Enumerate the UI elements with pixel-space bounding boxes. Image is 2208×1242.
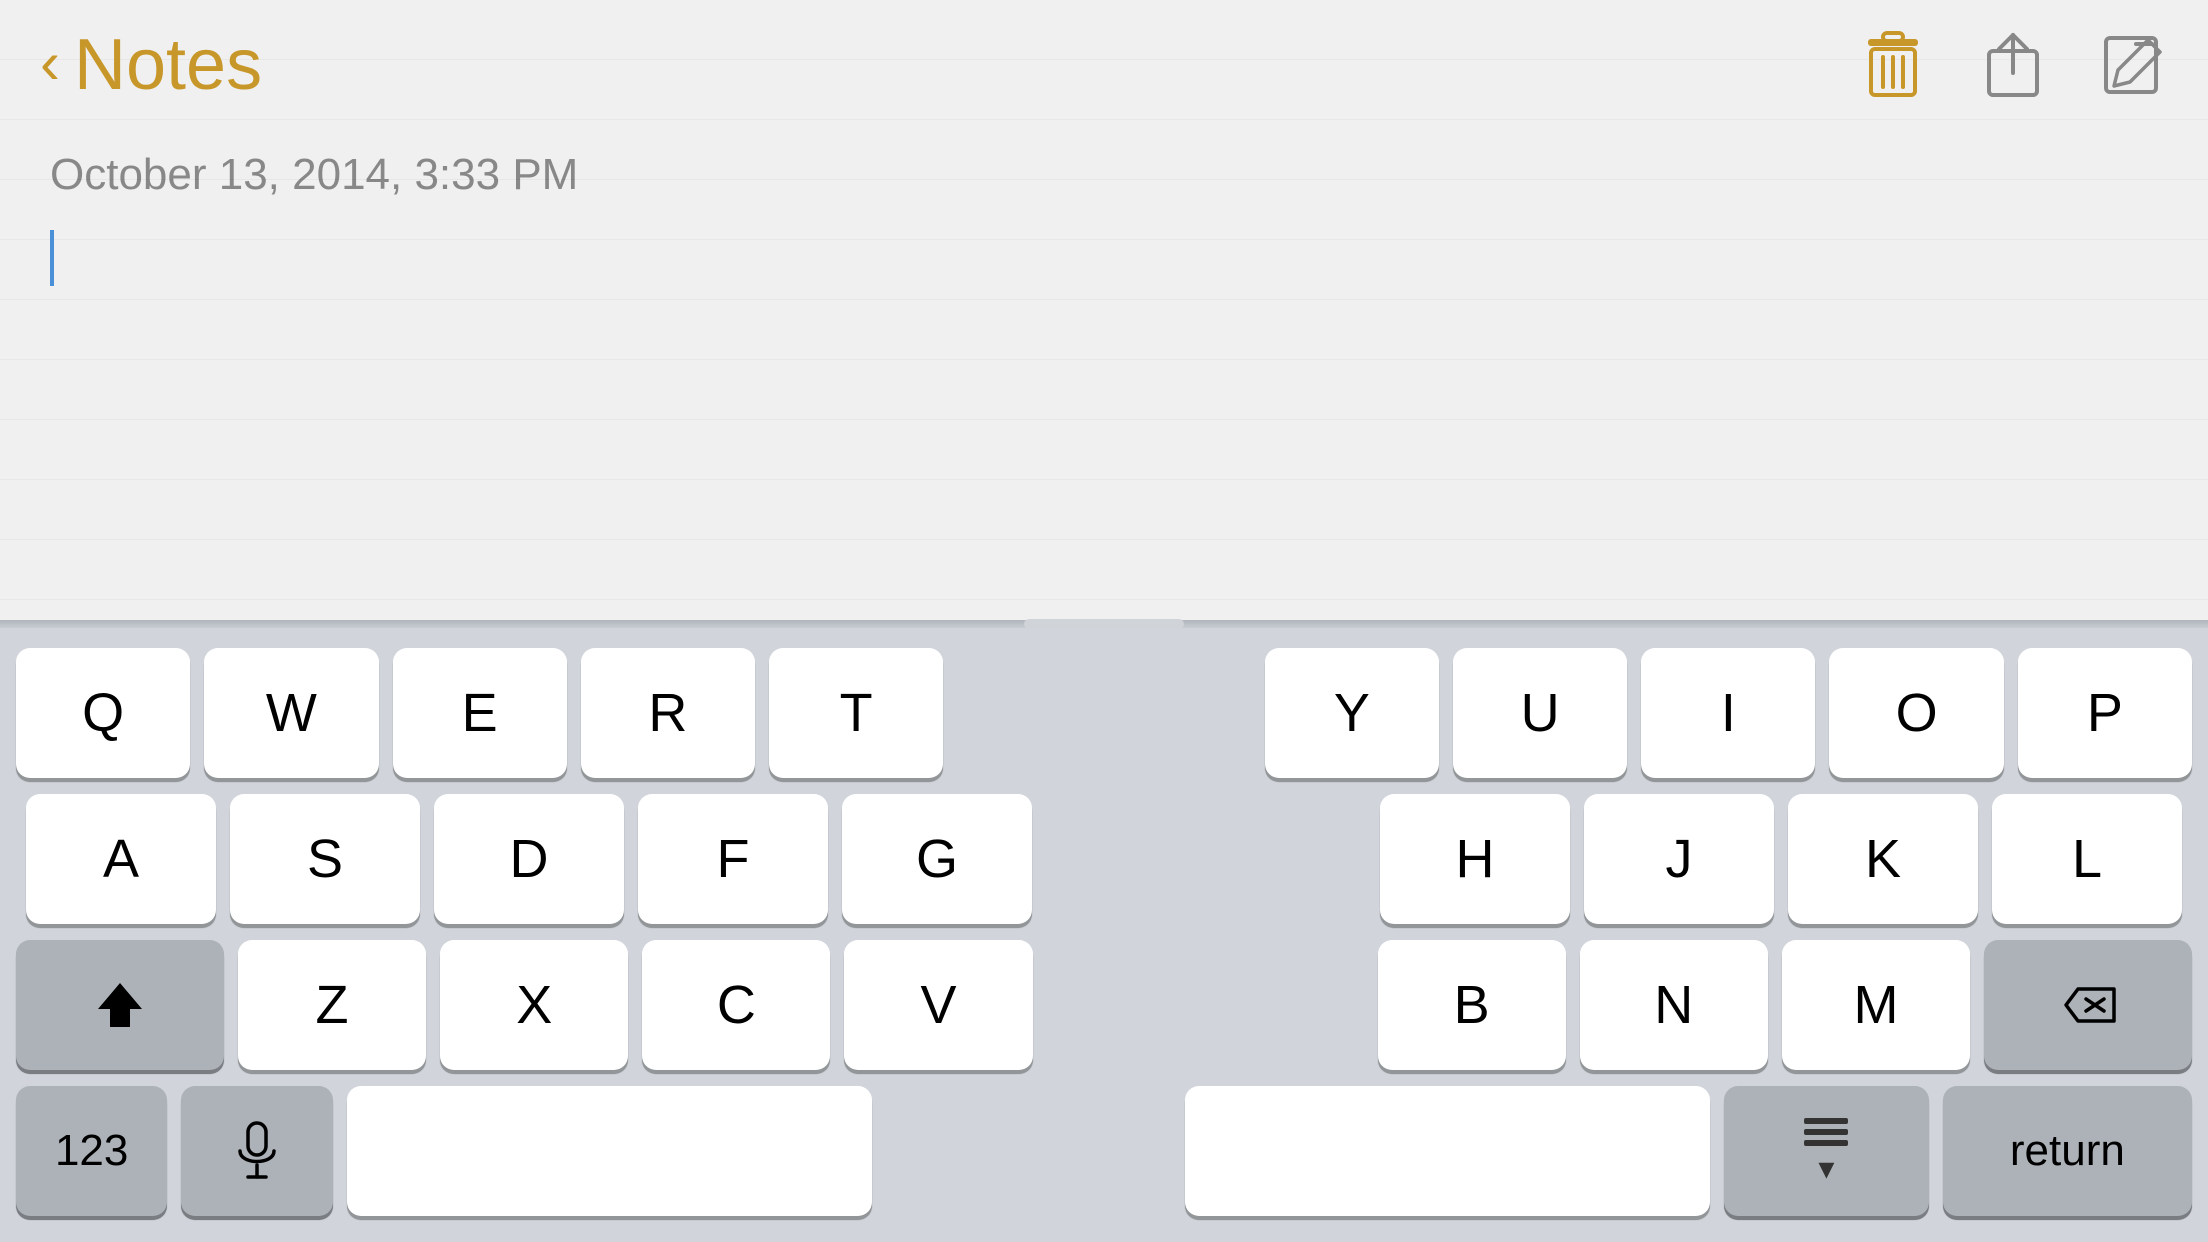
delete-key[interactable]: [1984, 940, 2192, 1070]
key-p[interactable]: P: [2018, 648, 2192, 778]
key-f[interactable]: F: [638, 794, 828, 924]
key-d[interactable]: D: [434, 794, 624, 924]
key-n[interactable]: N: [1580, 940, 1768, 1070]
text-cursor: [50, 230, 54, 286]
keyboard-hide-key[interactable]: ▾: [1724, 1086, 1929, 1216]
keyboard-handle: [1024, 619, 1184, 629]
key-t[interactable]: T: [769, 648, 943, 778]
key-g[interactable]: G: [842, 794, 1032, 924]
key-k[interactable]: K: [1788, 794, 1978, 924]
keyboard-gap-3: [1047, 940, 1364, 1070]
keyboard-row-1: Q W E R T Y U I O P: [16, 648, 2192, 778]
key-x[interactable]: X: [440, 940, 628, 1070]
key-w[interactable]: W: [204, 648, 378, 778]
keyboard-gap-bottom: [886, 1086, 1171, 1216]
key-r[interactable]: R: [581, 648, 755, 778]
key-o[interactable]: O: [1829, 648, 2003, 778]
keyboard-row-bottom: 123 ▾ return: [16, 1086, 2192, 1216]
mic-key[interactable]: [181, 1086, 332, 1216]
key-e[interactable]: E: [393, 648, 567, 778]
app-title: Notes: [74, 24, 262, 106]
key-y[interactable]: Y: [1265, 648, 1439, 778]
toolbar-right: [1858, 30, 2168, 100]
space-key-left[interactable]: [347, 1086, 872, 1216]
key-l[interactable]: L: [1992, 794, 2182, 924]
space-key-right[interactable]: [1185, 1086, 1710, 1216]
keyboard-divider: [0, 620, 2208, 628]
keyboard-gap-2: [1046, 794, 1366, 924]
keyboard-row-3: Z X C V B N M: [16, 940, 2192, 1070]
key-i[interactable]: I: [1641, 648, 1815, 778]
key-a[interactable]: A: [26, 794, 216, 924]
text-cursor-line[interactable]: [0, 220, 2208, 296]
back-button[interactable]: ‹ Notes: [40, 24, 262, 106]
keyboard-area: Q W E R T Y U I O P A S D F G H J K L Z …: [0, 628, 2208, 1242]
key-q[interactable]: Q: [16, 648, 190, 778]
shift-key[interactable]: [16, 940, 224, 1070]
trash-button[interactable]: [1858, 30, 1928, 100]
chevron-left-icon: ‹: [40, 33, 60, 93]
key-s[interactable]: S: [230, 794, 420, 924]
notes-area: ‹ Notes: [0, 0, 2208, 620]
top-bar: ‹ Notes: [0, 0, 2208, 130]
numbers-key[interactable]: 123: [16, 1086, 167, 1216]
key-h[interactable]: H: [1380, 794, 1570, 924]
return-key[interactable]: return: [1943, 1086, 2192, 1216]
key-b[interactable]: B: [1378, 940, 1566, 1070]
key-v[interactable]: V: [844, 940, 1032, 1070]
key-m[interactable]: M: [1782, 940, 1970, 1070]
key-j[interactable]: J: [1584, 794, 1774, 924]
compose-button[interactable]: [2098, 30, 2168, 100]
key-c[interactable]: C: [642, 940, 830, 1070]
share-button[interactable]: [1978, 30, 2048, 100]
keyboard-row-2: A S D F G H J K L: [16, 794, 2192, 924]
note-date: October 13, 2014, 3:33 PM: [0, 130, 2208, 220]
key-z[interactable]: Z: [238, 940, 426, 1070]
keyboard-gap-1: [957, 648, 1250, 778]
key-u[interactable]: U: [1453, 648, 1627, 778]
